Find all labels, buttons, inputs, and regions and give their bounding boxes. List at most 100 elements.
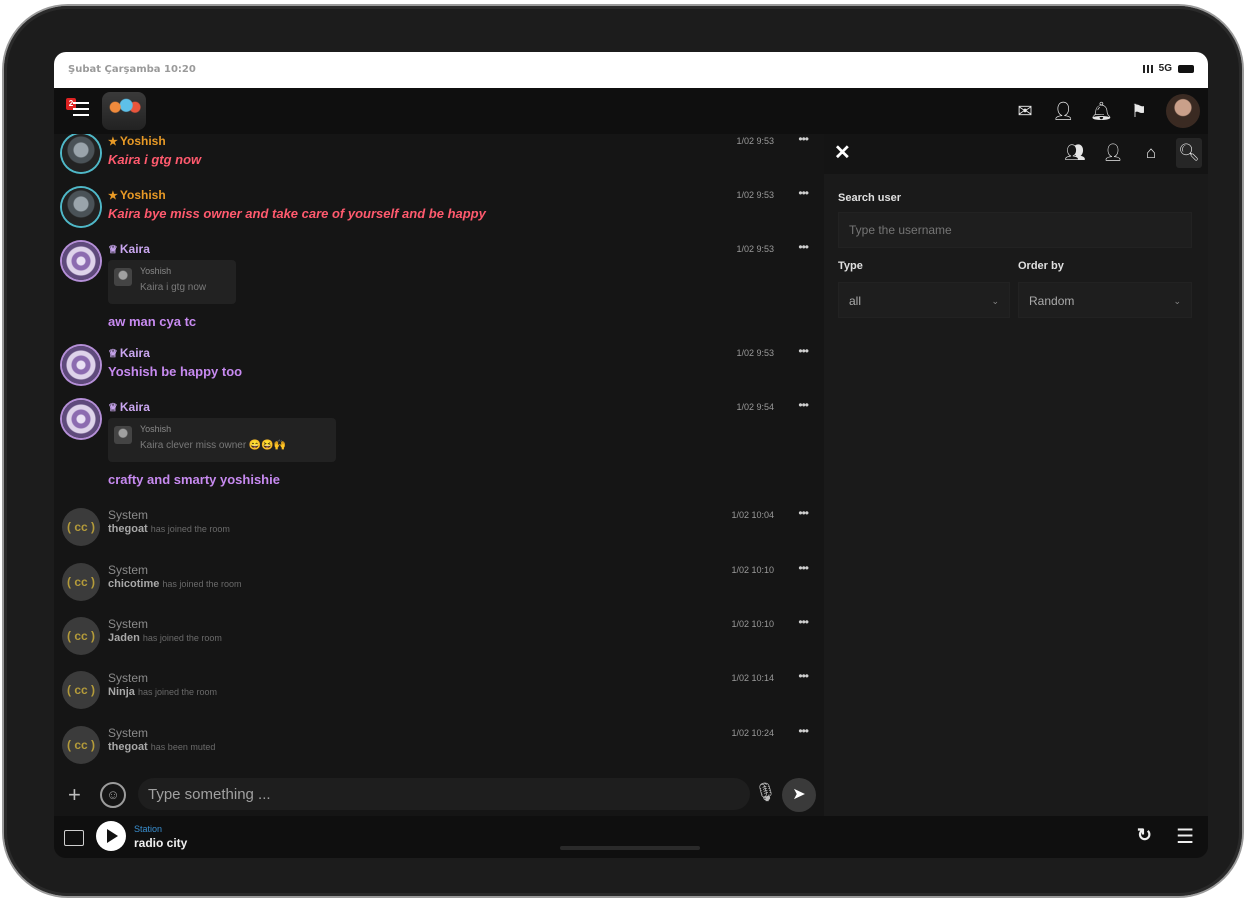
quote-username: Yoshish <box>140 266 172 276</box>
more-icon[interactable]: ••• <box>798 669 809 683</box>
menu-line-icon <box>73 114 89 116</box>
system-avatar: ( cc ) <box>62 726 100 764</box>
message-username: System <box>108 726 149 740</box>
quoted-message[interactable]: Yoshish Kaira i gtg now <box>108 260 236 304</box>
system-text: chicotime has joined the room <box>108 578 242 590</box>
refresh-icon[interactable]: ↻ <box>1137 825 1152 846</box>
chat-message: ♕ Kaira 1/02 9:53 ••• Yoshish Kaira i gtg… <box>62 240 812 340</box>
more-icon[interactable]: ••• <box>798 506 809 520</box>
message-time: 1/02 9:54 <box>736 402 774 412</box>
more-icon[interactable]: ••• <box>798 724 809 738</box>
system-avatar: ( cc ) <box>62 617 100 655</box>
username-search-input[interactable] <box>838 212 1192 248</box>
users-group-icon[interactable]: 👥︎ <box>1062 138 1088 168</box>
system-message: ( cc ) System 1/02 10:10 ••• chicotime h… <box>62 561 812 613</box>
more-icon[interactable]: ••• <box>798 615 809 629</box>
more-icon[interactable]: ••• <box>798 398 809 412</box>
message-username[interactable]: ♕ Kaira <box>108 400 150 414</box>
message-username: System <box>108 617 149 631</box>
type-value: all <box>849 294 862 308</box>
message-input[interactable] <box>138 778 750 810</box>
tablet-frame: Şubat Çarşamba 10:20 5G 2 ✉ 👤︎ 🔔︎ ⚑ ★ Yo… <box>4 6 1242 896</box>
message-text: aw man cya tc <box>108 314 197 329</box>
emoji-icon[interactable]: ☺ <box>100 782 126 808</box>
message-username[interactable]: ♕ Kaira <box>108 242 150 256</box>
microphone-icon[interactable]: 🎙︎ <box>754 782 777 803</box>
message-time: 1/02 10:10 <box>731 619 774 629</box>
more-icon[interactable]: ••• <box>798 134 809 146</box>
equalizer-icon[interactable] <box>64 830 84 846</box>
add-user-icon[interactable]: 👤︎ <box>1100 138 1126 168</box>
user-avatar[interactable] <box>62 242 100 280</box>
chat-message: ★ Yoshish 1/02 9:53 ••• Kaira i gtg now <box>62 134 812 184</box>
room-logo[interactable] <box>102 92 146 130</box>
user-icon[interactable]: 👤︎ <box>1052 101 1075 122</box>
search-label: Search user <box>838 192 901 204</box>
type-label: Type <box>838 260 863 272</box>
message-time: 1/02 10:04 <box>731 510 774 520</box>
panel-header: ✕ 👥︎ 👤︎ ⌂ 🔍︎ <box>824 134 1208 174</box>
system-message: ( cc ) System 1/02 10:04 ••• thegoat has… <box>62 506 812 558</box>
chat-log[interactable]: ★ Yoshish 1/02 9:53 ••• Kaira i gtg now ★… <box>54 134 822 774</box>
chat-message: ★ Yoshish 1/02 9:53 ••• Kaira bye miss ow… <box>62 186 812 238</box>
message-username: System <box>108 508 149 522</box>
message-username[interactable]: ★ Yoshish <box>108 134 166 148</box>
top-bar: 2 ✉ 👤︎ 🔔︎ ⚑ <box>54 88 1208 134</box>
panel-tabs: 👥︎ 👤︎ ⌂ 🔍︎ <box>1062 138 1202 168</box>
quoted-message[interactable]: Yoshish Kaira clever miss owner 😄😆🙌 <box>108 418 336 462</box>
quote-text: Kaira clever miss owner 😄😆🙌 <box>140 440 287 451</box>
message-username: System <box>108 671 149 685</box>
order-select[interactable]: Random ⌄ <box>1018 282 1192 318</box>
flag-icon[interactable]: ⚑ <box>1128 101 1150 122</box>
message-username[interactable]: ★ Yoshish <box>108 188 166 202</box>
close-icon[interactable]: ✕ <box>834 140 851 165</box>
play-button[interactable] <box>96 821 126 851</box>
search-icon[interactable]: 🔍︎ <box>1176 138 1202 168</box>
battery-icon <box>1178 64 1194 73</box>
message-composer: + ☺ 🎙︎ ➤ <box>54 774 822 816</box>
message-username[interactable]: ♕ Kaira <box>108 346 150 360</box>
status-bar: Şubat Çarşamba 10:20 5G <box>54 52 1208 88</box>
more-icon[interactable]: ••• <box>798 344 809 358</box>
user-search-panel: ✕ 👥︎ 👤︎ ⌂ 🔍︎ Search user Type all ⌄ Orde… <box>824 134 1208 816</box>
system-text: thegoat has been muted <box>108 741 216 753</box>
more-icon[interactable]: ••• <box>798 561 809 575</box>
star-icon: ★ <box>108 190 118 202</box>
system-avatar: ( cc ) <box>62 563 100 601</box>
crown-icon: ♕ <box>108 348 118 360</box>
menu-button[interactable]: 2 <box>66 98 90 120</box>
message-text: Kaira i gtg now <box>108 152 202 167</box>
menu-line-icon <box>73 108 89 110</box>
message-time: 1/02 10:14 <box>731 673 774 683</box>
more-icon[interactable]: ••• <box>798 240 809 254</box>
status-right: 5G <box>1142 63 1194 74</box>
order-value: Random <box>1029 294 1075 308</box>
quote-username: Yoshish <box>140 424 172 434</box>
star-icon: ★ <box>108 136 118 148</box>
message-text: crafty and smarty yoshishie <box>108 472 280 487</box>
chat-message: ♕ Kaira 1/02 9:54 ••• Yoshish Kaira cleve… <box>62 398 812 500</box>
type-select[interactable]: all ⌄ <box>838 282 1010 318</box>
hamburger-icon[interactable]: ☰ <box>1176 824 1194 849</box>
mail-icon[interactable]: ✉ <box>1014 101 1036 122</box>
plus-icon[interactable]: + <box>68 782 81 808</box>
order-label: Order by <box>1018 260 1064 272</box>
system-message: ( cc ) System 1/02 10:10 ••• Jaden has j… <box>62 615 812 667</box>
user-avatar[interactable] <box>62 346 100 384</box>
home-icon[interactable]: ⌂ <box>1138 138 1164 168</box>
message-time: 1/02 10:10 <box>731 565 774 575</box>
message-time: 1/02 10:24 <box>731 728 774 738</box>
bell-icon[interactable]: 🔔︎ <box>1090 101 1113 122</box>
station-label: Station <box>134 824 163 834</box>
my-avatar[interactable] <box>1166 94 1200 128</box>
user-avatar[interactable] <box>62 188 100 226</box>
crown-icon: ♕ <box>108 402 118 414</box>
top-icons: ✉ 👤︎ 🔔︎ ⚑ <box>1014 94 1200 128</box>
system-message: ( cc ) System 1/02 10:24 ••• thegoat has… <box>62 724 812 772</box>
network-label: 5G <box>1158 63 1172 74</box>
user-avatar[interactable] <box>62 400 100 438</box>
more-icon[interactable]: ••• <box>798 186 809 200</box>
user-avatar[interactable] <box>62 134 100 172</box>
send-button[interactable]: ➤ <box>782 778 816 812</box>
chevron-down-icon: ⌄ <box>991 296 999 306</box>
